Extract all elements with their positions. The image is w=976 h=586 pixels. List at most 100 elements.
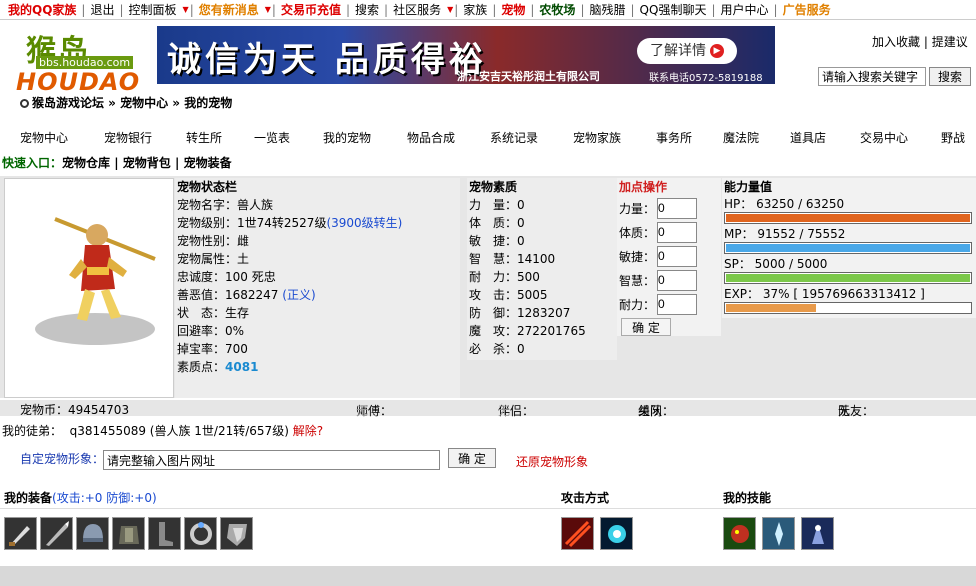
helmet-icon[interactable] — [76, 517, 109, 550]
quality-row-5: 攻 击：5005 — [469, 288, 548, 302]
quick-access: 快速入口：宠物仓库 | 宠物背包 | 宠物装备 — [2, 154, 232, 171]
menu-item-7[interactable]: 宠物家族 — [573, 129, 621, 146]
hp-bar — [724, 212, 972, 224]
menu-item-11[interactable]: 交易中心 — [860, 129, 908, 146]
add-points-row-2: 敏捷： — [617, 244, 721, 268]
quality-row-2: 敏 捷：0 — [469, 234, 525, 248]
confirm-points-button[interactable]: 确 定 — [621, 318, 671, 336]
footer-bar — [0, 566, 976, 586]
custom-image-row: 自定宠物形象： — [20, 450, 104, 467]
separator: | — [175, 156, 180, 170]
add-points-input-4[interactable] — [657, 293, 698, 315]
site-logo[interactable]: 猴岛 bbs.houdao.com HOUDAO — [6, 18, 146, 96]
top-nav-item-8[interactable]: 宠物 — [497, 1, 529, 18]
pet-karma-row: 善恶值：1682247 (正义) — [175, 286, 460, 304]
beast-skill-icon[interactable] — [723, 517, 756, 550]
top-nav-item-11[interactable]: QQ强制聊天 — [636, 1, 711, 18]
add-points-label: 体质： — [619, 225, 656, 240]
banner-phone: 联系电话0572-5819188 — [649, 73, 763, 84]
menu-item-8[interactable]: 事务所 — [656, 129, 692, 146]
ring-icon[interactable] — [184, 517, 217, 550]
pet-gender-row: 宠物性别：雌 — [177, 234, 250, 248]
top-nav-item-10[interactable]: 脑残腊 — [585, 1, 629, 18]
breadcrumb-text[interactable]: 猴岛游戏论坛 » 宠物中心 » 我的宠物 — [32, 96, 232, 110]
top-nav-item-13[interactable]: 广告服务 — [779, 1, 835, 18]
suggest-link[interactable]: 提建议 — [932, 35, 968, 49]
shield-icon[interactable] — [220, 517, 253, 550]
quality-row-7: 魔 攻：272201765 — [469, 324, 586, 338]
add-points-label: 耐力： — [619, 297, 656, 312]
menu-item-3[interactable]: 一览表 — [254, 129, 290, 146]
menu-item-10[interactable]: 道具店 — [790, 129, 826, 146]
custom-image-confirm-button[interactable]: 确 定 — [448, 448, 496, 468]
add-points-input-0[interactable] — [657, 197, 698, 219]
pet-karma-value: 善恶值：1682247 — [177, 288, 279, 302]
banner-details-label: 了解详情 — [650, 43, 706, 59]
quick-link-backpack[interactable]: 宠物背包 — [123, 156, 171, 170]
quick-link-equipment[interactable]: 宠物装备 — [184, 156, 232, 170]
play-arrow-icon: ▶ — [710, 44, 724, 58]
custom-image-url-input[interactable] — [103, 450, 440, 470]
fire-slash-icon[interactable] — [561, 517, 594, 550]
team-value: 关闭 — [638, 404, 663, 418]
banner-details-button[interactable]: 了解详情 ▶ — [637, 38, 737, 64]
menu-item-2[interactable]: 转生所 — [186, 129, 222, 146]
armor-icon[interactable] — [112, 517, 145, 550]
menu-item-0[interactable]: 宠物中心 — [20, 129, 68, 146]
teammate-value: 无 — [838, 404, 851, 418]
pet-status-column: 宠物状态栏 宠物名字：兽人族 宠物级别：1世74转2527级(3900级转生) … — [175, 178, 460, 398]
apprentice-row: 我的徒弟： q381455089 (兽人族 1世/21转/657级) 解除? — [2, 422, 323, 439]
top-nav-item-4[interactable]: 交易币充值 — [277, 1, 345, 18]
add-points-input-1[interactable] — [657, 221, 698, 243]
pet-quality-title: 宠物素质 — [469, 180, 518, 194]
menu-item-1[interactable]: 宠物银行 — [104, 129, 152, 146]
pet-loyalty-row: 忠诚度：100 死忠 — [177, 270, 276, 284]
top-nav-item-7[interactable]: 家族 — [459, 1, 491, 18]
top-nav-item-2[interactable]: 控制面板 — [125, 1, 181, 18]
add-points-input-2[interactable] — [657, 245, 698, 267]
exp-bar — [724, 302, 972, 314]
spear-icon[interactable] — [40, 517, 73, 550]
custom-image-label: 自定宠物形象： — [20, 452, 105, 466]
top-nav-item-6[interactable]: 社区服务 — [389, 1, 445, 18]
top-nav-item-12[interactable]: 用户中心 — [717, 1, 773, 18]
dismiss-apprentice-link[interactable]: 解除? — [293, 424, 323, 438]
menu-item-5[interactable]: 物品合成 — [407, 129, 455, 146]
restore-image-link[interactable]: 还原宠物形象 — [516, 453, 588, 470]
ice-skill-icon[interactable] — [762, 517, 795, 550]
search-button[interactable]: 搜索 — [929, 67, 971, 86]
water-orb-icon[interactable] — [600, 517, 633, 550]
menu-item-9[interactable]: 魔法院 — [723, 129, 759, 146]
dagger-icon[interactable] — [4, 517, 37, 550]
add-favorite-link[interactable]: 加入收藏 — [872, 35, 920, 49]
quick-link-warehouse[interactable]: 宠物仓库 — [62, 156, 110, 170]
menu-item-12[interactable]: 野战 — [941, 129, 965, 146]
holy-skill-icon[interactable] — [801, 517, 834, 550]
menu-item-6[interactable]: 系统记录 — [490, 129, 538, 146]
top-nav-item-0[interactable]: 我的QQ家族 — [4, 1, 80, 18]
quality-points-label: 素质点： — [177, 360, 226, 374]
partner-value: 无 — [498, 404, 511, 418]
quality-points-row: 素质点：4081 — [175, 358, 460, 376]
add-points-column: 加点操作 力量： 体质： 敏捷： 智慧： 耐力： 确 定 — [617, 178, 721, 336]
exp-label: EXP： 37% [ 195769663313412 ] — [724, 287, 925, 301]
apprentice-value: q381455089 (兽人族 1世/21转/657级) — [69, 424, 289, 438]
add-points-input-3[interactable] — [657, 269, 698, 291]
ad-banner[interactable]: 诚信为天 品质得裕 了解详情 ▶ 浙江安吉天裕彤润土有限公司 联系电话0572-5… — [157, 26, 775, 84]
search-input[interactable] — [818, 67, 926, 86]
top-nav-item-5[interactable]: 搜索 — [351, 1, 383, 18]
mp-label: MP： 91552 / 75552 — [724, 227, 846, 241]
boots-icon[interactable] — [148, 517, 181, 550]
menu-item-4[interactable]: 我的宠物 — [323, 129, 371, 146]
top-nav-item-1[interactable]: 退出 — [86, 1, 118, 18]
top-nav-item-9[interactable]: 农牧场 — [535, 1, 579, 18]
pet-level-value: 宠物级别：1世74转2527级 — [177, 216, 327, 230]
quality-row-6: 防 御：1283207 — [469, 306, 571, 320]
sp-bar-fill — [726, 274, 970, 282]
pet-quality-list: 力 量：0 体 质：0 敏 捷：0 智 慧：14100 耐 力：500 攻 击：5005 防… — [467, 196, 617, 358]
mp-bar — [724, 242, 972, 254]
rebirth-level-link[interactable]: (3900级转生) — [326, 216, 402, 230]
top-nav-item-3[interactable]: 您有新消息 — [195, 1, 263, 18]
add-points-row-1: 体质： — [617, 220, 721, 244]
search-icon — [20, 99, 29, 108]
